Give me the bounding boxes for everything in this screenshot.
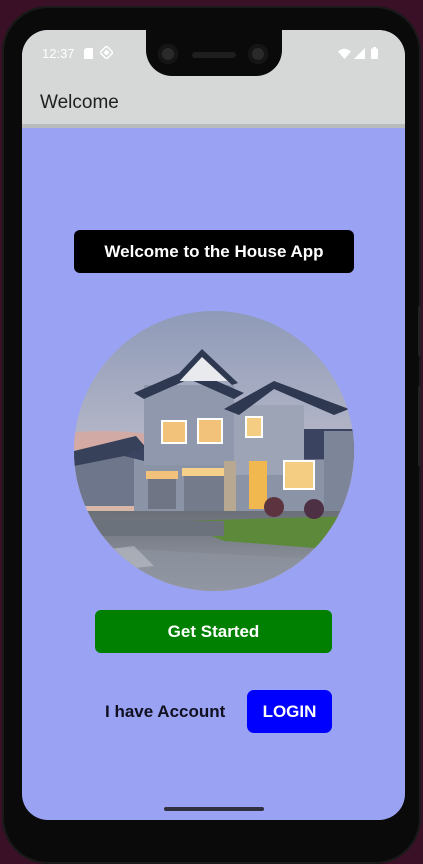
app-screen: 12:37 Welcome Welcome to the House App G… <box>22 30 405 820</box>
volume-button <box>418 306 421 356</box>
app-bar: Welcome <box>22 78 405 128</box>
login-button[interactable]: LOGIN <box>247 690 332 733</box>
camera-notch <box>146 12 282 76</box>
power-button <box>418 386 421 466</box>
phone-frame: 12:37 Welcome Welcome to the House App G… <box>2 6 421 864</box>
cell-signal-icon <box>354 46 365 64</box>
battery-icon <box>371 46 378 64</box>
have-account-label: I have Account <box>105 702 226 721</box>
status-time: 12:37 <box>42 46 75 61</box>
house-image <box>74 311 354 591</box>
front-camera-icon <box>248 44 268 64</box>
wifi-icon <box>338 46 351 64</box>
page-title: Welcome <box>40 92 119 113</box>
welcome-heading: Welcome to the House App <box>74 230 354 273</box>
gesture-nav-handle[interactable] <box>164 807 264 811</box>
earpiece-speaker <box>192 52 236 58</box>
get-started-button[interactable]: Get Started <box>95 610 332 653</box>
sim-card-icon <box>84 46 93 64</box>
front-camera-icon <box>158 44 178 64</box>
settings-diamond-icon <box>98 44 115 64</box>
